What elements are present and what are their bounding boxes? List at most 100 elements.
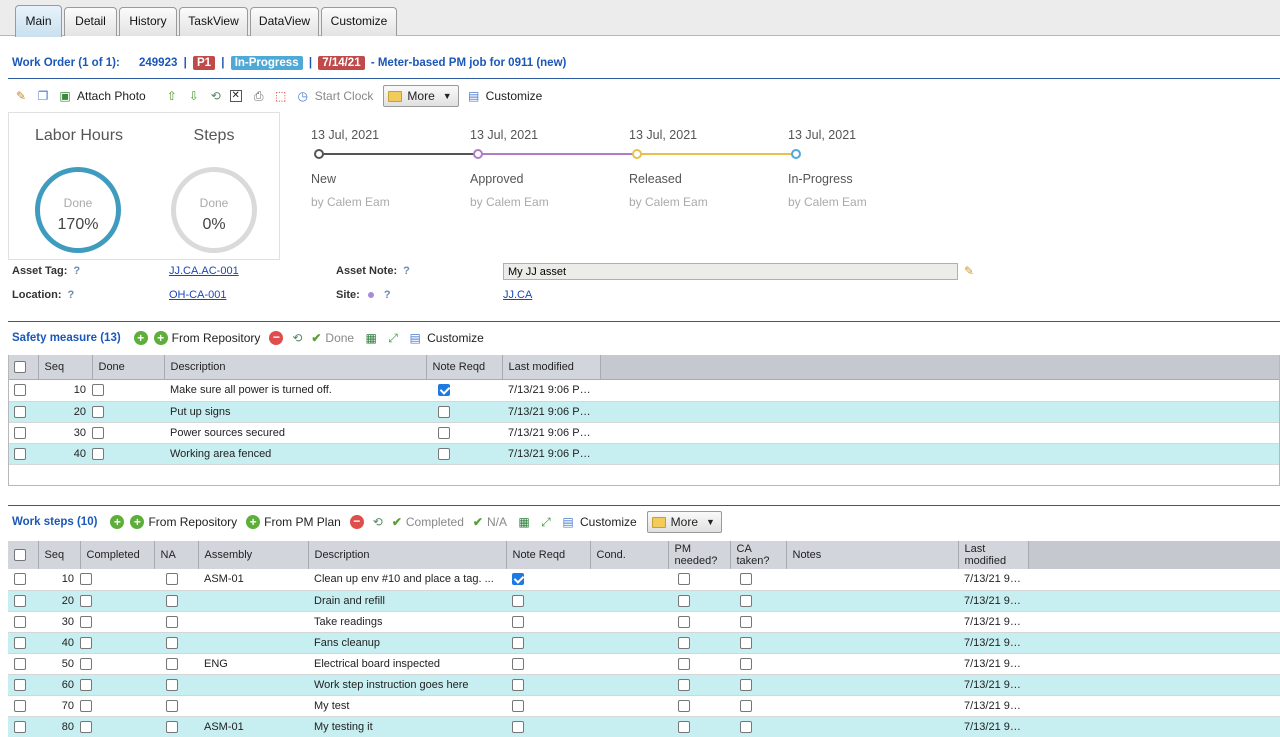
row-pm-needed-checkbox[interactable]: [668, 611, 730, 633]
tab-history[interactable]: History: [119, 7, 177, 36]
row-completed-checkbox[interactable]: [80, 695, 154, 717]
row-pm-needed-checkbox[interactable]: [668, 590, 730, 612]
tab-main[interactable]: Main: [15, 5, 62, 37]
customize-button[interactable]: Customize: [486, 89, 543, 103]
refresh-icon[interactable]: ⟲: [370, 514, 386, 530]
row-select-checkbox[interactable]: [8, 653, 38, 675]
arrow-up-icon[interactable]: ⇧: [164, 88, 180, 104]
col-seq[interactable]: Seq: [38, 541, 81, 570]
table-row[interactable]: 20 Drain and refill 7/13/21 9:...: [8, 590, 1280, 612]
customize-icon[interactable]: ▤: [466, 88, 482, 104]
col-na[interactable]: NA: [154, 541, 199, 570]
na-button[interactable]: N/A: [487, 515, 507, 529]
delete-icon[interactable]: ✕: [229, 90, 242, 102]
row-ca-taken-checkbox[interactable]: [730, 653, 786, 675]
table-row[interactable]: 30 Take readings 7/13/21 9:...: [8, 611, 1280, 633]
row-notes[interactable]: [786, 653, 958, 675]
row-notes[interactable]: [786, 611, 958, 633]
row-completed-checkbox[interactable]: [80, 590, 154, 612]
customize-icon[interactable]: ▤: [407, 330, 423, 346]
row-ca-taken-checkbox[interactable]: [730, 569, 786, 591]
completed-check-icon[interactable]: ✔: [392, 515, 402, 529]
row-pm-needed-checkbox[interactable]: [668, 632, 730, 654]
completed-button[interactable]: Completed: [406, 515, 464, 529]
table-row[interactable]: 50 ENG Electrical board inspected 7/13/21 9…: [8, 653, 1280, 675]
photo-icon[interactable]: ▣: [57, 88, 73, 104]
start-clock-button[interactable]: Start Clock: [315, 89, 374, 103]
row-na-checkbox[interactable]: [154, 611, 198, 633]
row-completed-checkbox[interactable]: [80, 674, 154, 696]
row-notes[interactable]: [786, 695, 958, 717]
row-note-reqd-checkbox[interactable]: [506, 716, 590, 737]
row-pm-needed-checkbox[interactable]: [668, 695, 730, 717]
col-note-reqd[interactable]: Note Reqd: [506, 541, 591, 570]
row-completed-checkbox[interactable]: [80, 632, 154, 654]
add-icon[interactable]: +: [110, 515, 125, 529]
row-cond[interactable]: [590, 653, 668, 675]
worksteps-more-dropdown[interactable]: More ▼: [646, 511, 722, 533]
table-row[interactable]: 10 ASM-01 Clean up env #10 and place a tag…: [8, 569, 1280, 591]
row-cond[interactable]: [590, 716, 668, 737]
row-note-reqd-checkbox[interactable]: [506, 590, 590, 612]
row-select-checkbox[interactable]: [8, 674, 38, 696]
more-dropdown[interactable]: More ▼: [383, 85, 459, 107]
row-select-checkbox[interactable]: [8, 695, 38, 717]
help-icon[interactable]: ?: [403, 265, 410, 277]
row-pm-needed-checkbox[interactable]: [668, 674, 730, 696]
select-all-checkbox[interactable]: [8, 541, 39, 570]
row-completed-checkbox[interactable]: [80, 716, 154, 737]
excel-icon[interactable]: ▦: [516, 514, 532, 530]
row-select-checkbox[interactable]: [8, 590, 38, 612]
row-na-checkbox[interactable]: [154, 674, 198, 696]
help-icon[interactable]: ?: [68, 289, 75, 301]
asset-note-input[interactable]: [503, 263, 958, 280]
col-completed[interactable]: Completed: [80, 541, 155, 570]
row-select-checkbox[interactable]: [8, 632, 38, 654]
row-select-checkbox[interactable]: [8, 716, 38, 737]
print-icon[interactable]: ⎙: [251, 88, 267, 104]
row-note-reqd-checkbox[interactable]: [506, 695, 590, 717]
row-na-checkbox[interactable]: [154, 716, 198, 737]
row-note-reqd-checkbox[interactable]: [506, 674, 590, 696]
done-check-icon[interactable]: ✔: [311, 331, 321, 345]
col-notes[interactable]: Notes: [786, 541, 959, 570]
edit-icon[interactable]: ✎: [13, 88, 29, 104]
col-cond[interactable]: Cond.: [590, 541, 669, 570]
row-select-checkbox[interactable]: [8, 611, 38, 633]
row-cond[interactable]: [590, 695, 668, 717]
row-completed-checkbox[interactable]: [80, 653, 154, 675]
col-pm-needed[interactable]: PM needed?: [668, 541, 731, 570]
row-pm-needed-checkbox[interactable]: [668, 653, 730, 675]
refresh-icon[interactable]: ⟲: [208, 88, 224, 104]
row-ca-taken-checkbox[interactable]: [730, 590, 786, 612]
row-na-checkbox[interactable]: [154, 632, 198, 654]
safety-customize-button[interactable]: Customize: [427, 331, 484, 345]
row-pm-needed-checkbox[interactable]: [668, 569, 730, 591]
done-button[interactable]: Done: [325, 331, 354, 345]
tab-detail[interactable]: Detail: [64, 7, 117, 36]
row-cond[interactable]: [590, 611, 668, 633]
row-ca-taken-checkbox[interactable]: [730, 674, 786, 696]
pencil-icon[interactable]: ✎: [964, 264, 974, 278]
row-ca-taken-checkbox[interactable]: [730, 632, 786, 654]
tab-dataview[interactable]: DataView: [250, 7, 319, 36]
row-na-checkbox[interactable]: [154, 695, 198, 717]
row-na-checkbox[interactable]: [154, 653, 198, 675]
row-na-checkbox[interactable]: [154, 590, 198, 612]
location-link[interactable]: OH-CA-001: [169, 289, 226, 301]
expand-icon[interactable]: ⤢: [538, 514, 554, 530]
row-cond[interactable]: [590, 674, 668, 696]
attach-photo-button[interactable]: Attach Photo: [77, 89, 146, 103]
na-check-icon[interactable]: ✔: [473, 515, 483, 529]
arrow-down-icon[interactable]: ⇩: [186, 88, 202, 104]
tab-customize[interactable]: Customize: [321, 7, 397, 36]
table-row[interactable]: 40 Fans cleanup 7/13/21 9:...: [8, 632, 1280, 654]
add-icon[interactable]: +: [133, 331, 148, 345]
row-ca-taken-checkbox[interactable]: [730, 611, 786, 633]
row-notes[interactable]: [786, 590, 958, 612]
help-icon[interactable]: ?: [73, 265, 80, 277]
row-note-reqd-checkbox[interactable]: [506, 569, 590, 591]
row-note-reqd-checkbox[interactable]: [506, 653, 590, 675]
row-cond[interactable]: [590, 590, 668, 612]
tab-taskview[interactable]: TaskView: [179, 7, 248, 36]
